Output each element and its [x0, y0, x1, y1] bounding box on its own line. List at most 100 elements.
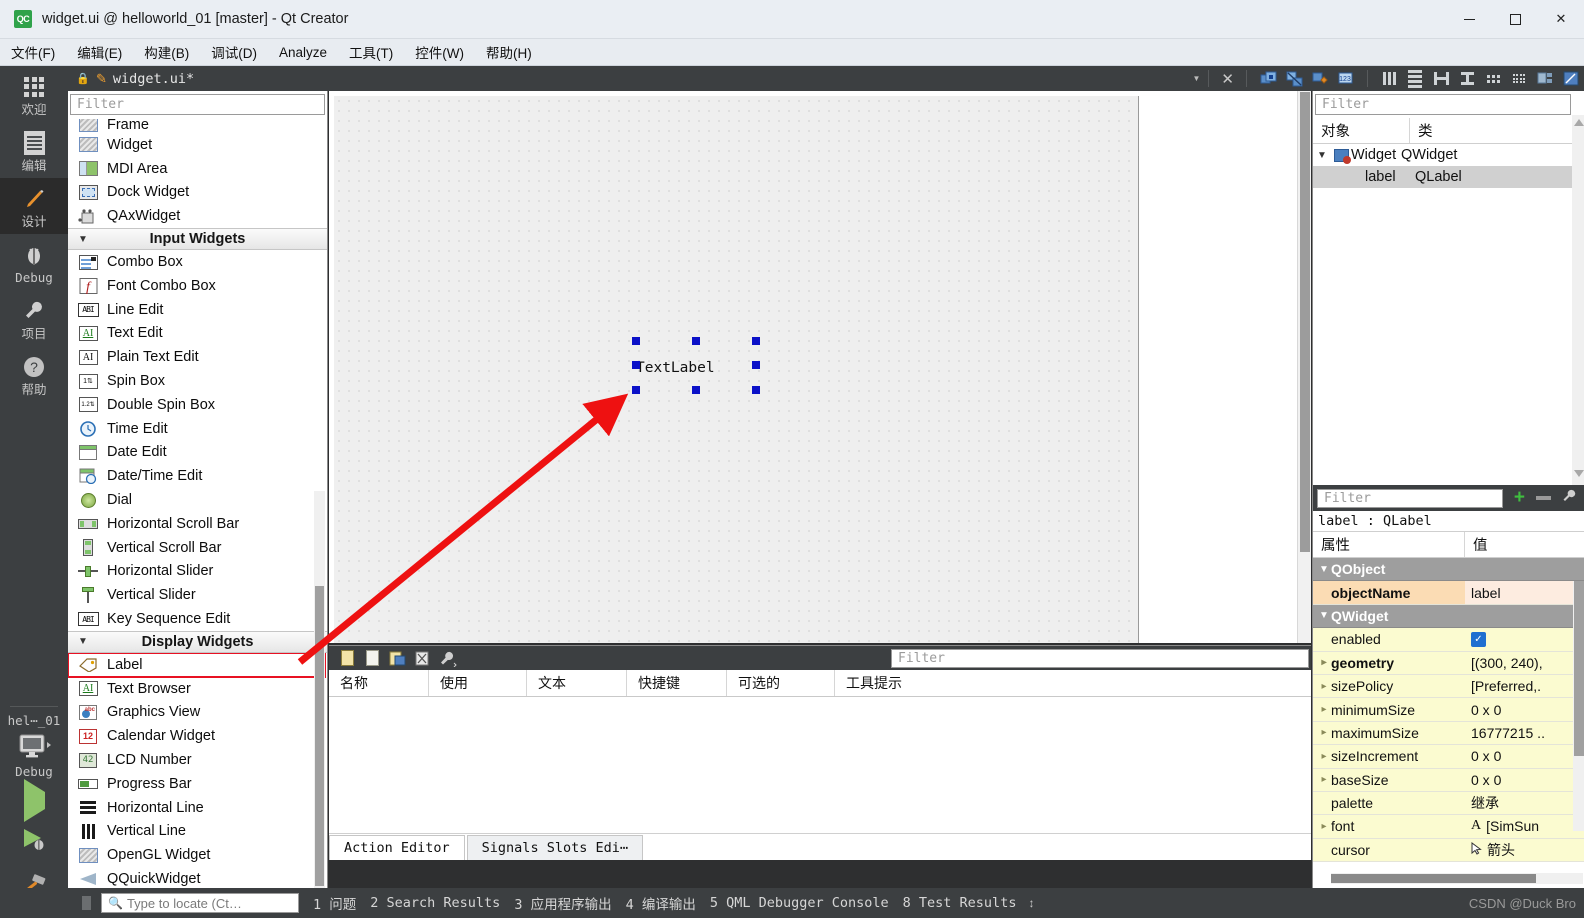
- widget-item-spin-box[interactable]: 1⇅ Spin Box: [68, 369, 327, 393]
- up-down-icon[interactable]: ↕: [1028, 896, 1034, 910]
- menu-file[interactable]: 文件(F): [0, 39, 66, 65]
- status-panel-search-results[interactable]: 2 Search Results: [370, 895, 500, 911]
- widget-item-mdi-area[interactable]: MDI Area: [68, 157, 327, 181]
- mode-help[interactable]: ? 帮助: [0, 346, 68, 402]
- property-row-font[interactable]: ▸ font A [SimSun: [1313, 815, 1584, 839]
- selection-handle-br[interactable]: [752, 386, 760, 394]
- property-group-qobject[interactable]: ▼ QObject: [1313, 558, 1584, 582]
- selection-handle-tl[interactable]: [632, 337, 640, 345]
- column-text[interactable]: 文本: [527, 670, 627, 696]
- widget-item-qquickwidget[interactable]: QQuickWidget: [68, 867, 327, 888]
- property-value[interactable]: 0 x 0: [1465, 768, 1584, 791]
- chevron-right-icon[interactable]: ▸: [1317, 657, 1331, 668]
- copy-action-icon[interactable]: [360, 647, 385, 669]
- widget-item-widget[interactable]: Widget: [68, 133, 327, 157]
- chevron-down-icon[interactable]: ▼: [1313, 150, 1331, 161]
- selection-handle-mr[interactable]: [752, 361, 760, 369]
- widget-item-label[interactable]: Label: [68, 651, 326, 678]
- widget-item-qaxwidget[interactable]: QAxWidget: [68, 204, 327, 228]
- property-value[interactable]: 箭头: [1487, 840, 1515, 860]
- layout-grid-icon[interactable]: [1507, 68, 1531, 90]
- configure-icon[interactable]: [435, 647, 460, 669]
- property-editor-scrollbar-vertical[interactable]: [1573, 581, 1584, 831]
- widget-item-horizontal-slider[interactable]: Horizontal Slider: [68, 560, 327, 584]
- property-row-sizeincrement[interactable]: ▸ sizeIncrement 0 x 0: [1313, 745, 1584, 769]
- widget-item-vertical-slider[interactable]: Vertical Slider: [68, 583, 327, 607]
- column-object[interactable]: 对象: [1313, 118, 1410, 143]
- property-editor-hscroll-thumb[interactable]: [1331, 874, 1536, 883]
- widget-box-scroll-thumb[interactable]: [315, 586, 324, 886]
- widget-box-filter[interactable]: Filter: [70, 94, 325, 115]
- property-editor-scroll-thumb[interactable]: [1574, 581, 1584, 756]
- mode-edit[interactable]: 编辑: [0, 122, 68, 178]
- property-row-objectname[interactable]: objectName label: [1313, 581, 1584, 605]
- chevron-right-icon[interactable]: ▸: [1317, 821, 1331, 832]
- property-row-minimumsize[interactable]: ▸ minimumSize 0 x 0: [1313, 698, 1584, 722]
- widget-item-opengl-widget[interactable]: OpenGL Widget: [68, 843, 327, 867]
- widget-item-graphics-view[interactable]: abc Graphics View: [68, 701, 327, 725]
- edit-signals-icon[interactable]: [1282, 68, 1306, 90]
- status-panel-test-results[interactable]: 8 Test Results: [903, 895, 1017, 911]
- property-value[interactable]: [SimSun: [1486, 818, 1539, 834]
- debug-button[interactable]: [0, 818, 68, 865]
- output-toggle-icon[interactable]: [82, 896, 91, 910]
- widget-item-line-edit[interactable]: ABI Line Edit: [68, 298, 327, 322]
- widget-item-horizontal-line[interactable]: Horizontal Line: [68, 796, 327, 820]
- scroll-down-icon[interactable]: [1573, 470, 1584, 477]
- widget-item-calendar-widget[interactable]: 12 Calendar Widget: [68, 724, 327, 748]
- widget-item-font-combo-box[interactable]: f Font Combo Box: [68, 274, 327, 298]
- break-layout-icon[interactable]: [1533, 68, 1557, 90]
- widget-item-vertical-line[interactable]: Vertical Line: [68, 820, 327, 844]
- property-row-enabled[interactable]: enabled ✓: [1313, 628, 1584, 652]
- column-name[interactable]: 名称: [329, 670, 429, 696]
- object-inspector-scrollbar[interactable]: [1572, 115, 1584, 485]
- object-tree-row-label[interactable]: label QLabel: [1313, 166, 1584, 188]
- chevron-right-icon[interactable]: ▸: [1317, 704, 1331, 715]
- chevron-down-icon[interactable]: ▼: [1193, 74, 1201, 83]
- adjust-size-icon[interactable]: [1559, 68, 1583, 90]
- column-checkable[interactable]: 可选的: [727, 670, 835, 696]
- widget-item-lcd-number[interactable]: 42 LCD Number: [68, 748, 327, 772]
- edit-widgets-icon[interactable]: [1256, 68, 1280, 90]
- menu-build[interactable]: 构建(B): [133, 39, 200, 65]
- property-editor-filter[interactable]: Filter: [1317, 488, 1503, 508]
- column-property[interactable]: 属性: [1313, 532, 1465, 557]
- column-tooltip[interactable]: 工具提示: [835, 670, 1311, 696]
- property-value[interactable]: 16777215 ..: [1465, 721, 1584, 745]
- chevron-right-icon[interactable]: ▸: [1317, 727, 1331, 738]
- run-button[interactable]: [0, 779, 68, 822]
- chevron-down-icon[interactable]: ▼: [1317, 610, 1331, 621]
- status-panel-application-output[interactable]: 3 应用程序输出: [514, 893, 611, 913]
- layout-splitter-h-icon[interactable]: [1429, 68, 1453, 90]
- widget-item-combo-box[interactable]: Combo Box: [68, 250, 327, 274]
- widget-box-scrollbar[interactable]: [314, 491, 325, 888]
- status-panel-qml-debugger-console[interactable]: 5 QML Debugger Console: [710, 895, 889, 911]
- mode-projects[interactable]: 项目: [0, 290, 68, 346]
- property-row-maximumsize[interactable]: ▸ maximumSize 16777215 ..: [1313, 721, 1584, 746]
- open-file-name[interactable]: widget.ui*: [113, 71, 194, 87]
- layout-horizontally-icon[interactable]: [1377, 68, 1401, 90]
- property-value[interactable]: 0 x 0: [1465, 745, 1584, 768]
- action-editor-filter[interactable]: Filter: [891, 648, 1309, 668]
- close-button[interactable]: ✕: [1538, 0, 1584, 39]
- widget-item-plain-text-edit[interactable]: AI Plain Text Edit: [68, 345, 327, 369]
- lock-icon[interactable]: 🔒: [74, 72, 92, 85]
- layout-vertically-icon[interactable]: [1403, 68, 1427, 90]
- column-class[interactable]: 类: [1410, 118, 1584, 143]
- menu-debug[interactable]: 调试(D): [200, 39, 268, 65]
- property-value[interactable]: [Preferred,.: [1465, 674, 1584, 698]
- paste-action-icon[interactable]: [385, 647, 410, 669]
- enabled-checkbox[interactable]: ✓: [1471, 631, 1486, 647]
- property-row-palette[interactable]: palette 继承: [1313, 791, 1584, 816]
- mode-welcome[interactable]: 欢迎: [0, 66, 68, 122]
- selection-handle-tr[interactable]: [752, 337, 760, 345]
- menu-widgets[interactable]: 控件(W): [404, 39, 475, 65]
- property-value[interactable]: label: [1465, 581, 1584, 604]
- column-used[interactable]: 使用: [429, 670, 527, 696]
- widget-item-dial[interactable]: Dial: [68, 488, 327, 512]
- property-value[interactable]: 继承: [1465, 791, 1584, 815]
- menu-analyze[interactable]: Analyze: [268, 42, 338, 63]
- widget-item-double-spin-box[interactable]: 1.2⇅ Double Spin Box: [68, 393, 327, 417]
- widget-item-date-time-edit[interactable]: Date/Time Edit: [68, 464, 327, 488]
- property-row-cursor[interactable]: cursor 箭头: [1313, 838, 1584, 863]
